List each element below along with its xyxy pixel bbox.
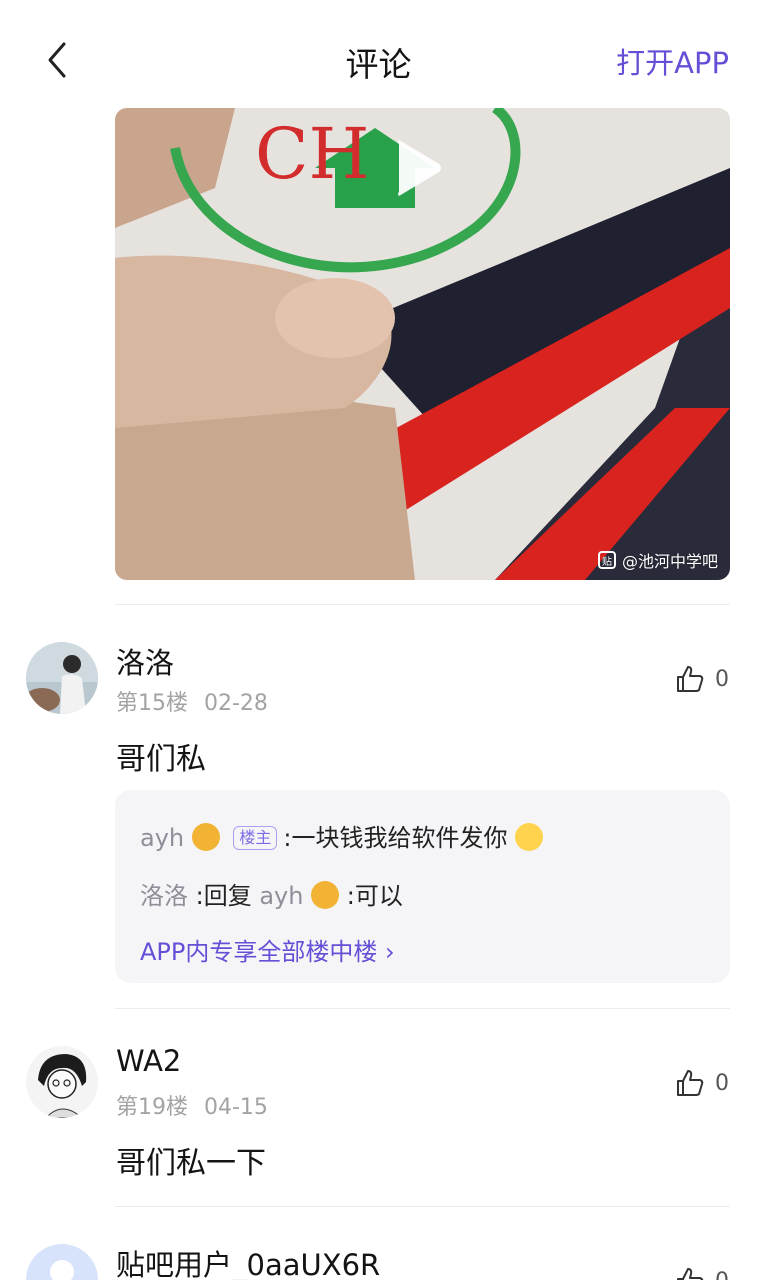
comment-item: 贴吧用户_0aaUX6R 0 — [0, 1206, 757, 1280]
like-button[interactable]: 0 — [675, 1266, 729, 1280]
video-player[interactable]: CH 贴 @池河中学吧 — [115, 108, 730, 580]
avatar[interactable] — [26, 1244, 98, 1280]
tieba-logo-icon: 贴 — [597, 551, 616, 569]
comment-item: WA2 第19楼 04-15 0 哥们私一下 — [0, 1008, 757, 1206]
top-bar: 评论 打开APP — [0, 0, 757, 108]
op-badge: 楼主 — [233, 826, 278, 850]
like-count: 0 — [715, 1070, 729, 1096]
username[interactable]: 洛洛 — [116, 640, 174, 682]
comment-meta: 第15楼 02-28 — [116, 685, 268, 717]
comment-date: 04-15 — [204, 1095, 268, 1120]
floor-number: 第15楼 — [116, 691, 188, 716]
reply-to-username[interactable]: ayh — [259, 882, 303, 910]
reply-text: :可以 — [339, 882, 403, 910]
username[interactable]: WA2 — [116, 1044, 181, 1078]
play-icon[interactable] — [387, 138, 447, 198]
reply-text: :一块钱我给软件发你 — [283, 824, 508, 852]
comment-text: 哥们私一下 — [116, 1146, 266, 1181]
view-all-replies-link[interactable]: APP内专享全部楼中楼 › — [140, 932, 395, 967]
thumbs-up-icon — [677, 1268, 704, 1280]
blush-emoji-icon — [515, 823, 544, 851]
comment-date: 02-28 — [204, 691, 268, 716]
username[interactable]: 贴吧用户_0aaUX6R — [116, 1242, 380, 1280]
floor-number: 第19楼 — [116, 1095, 188, 1120]
reply-box[interactable]: ayh 楼主:一块钱我给软件发你 洛洛 :回复 ayh :可以 APP内专享全部… — [115, 790, 730, 983]
svg-text:CH: CH — [255, 113, 370, 195]
reply-item: 洛洛 :回复 ayh :可以 — [140, 876, 403, 911]
comment-item: 洛洛 第15楼 02-28 0 哥们私 ayh 楼主:一块钱我给软件发你 洛洛 :… — [0, 604, 757, 1008]
open-app-button[interactable]: 打开APP — [616, 40, 729, 82]
like-count: 0 — [715, 1269, 729, 1280]
watermark-text: @池河中学吧 — [621, 552, 718, 571]
like-button[interactable]: 0 — [675, 1068, 729, 1098]
reply-item: ayh 楼主:一块钱我给软件发你 — [140, 818, 544, 853]
like-count: 0 — [715, 666, 729, 692]
comment-meta: 第19楼 04-15 — [116, 1089, 268, 1121]
avatar[interactable] — [26, 1046, 98, 1118]
reply-username[interactable]: 洛洛 — [140, 882, 188, 910]
thumbs-up-icon — [677, 1070, 704, 1096]
comment-text: 哥们私 — [116, 742, 206, 777]
avatar[interactable] — [26, 642, 98, 714]
reply-prefix: :回复 — [188, 882, 260, 910]
thumbs-up-icon — [677, 666, 704, 692]
cat-emoji-icon — [191, 823, 220, 851]
like-button[interactable]: 0 — [675, 664, 729, 694]
video-watermark: 贴 @池河中学吧 — [597, 548, 718, 572]
cat-emoji-icon — [311, 881, 340, 909]
reply-username[interactable]: ayh — [140, 824, 184, 852]
